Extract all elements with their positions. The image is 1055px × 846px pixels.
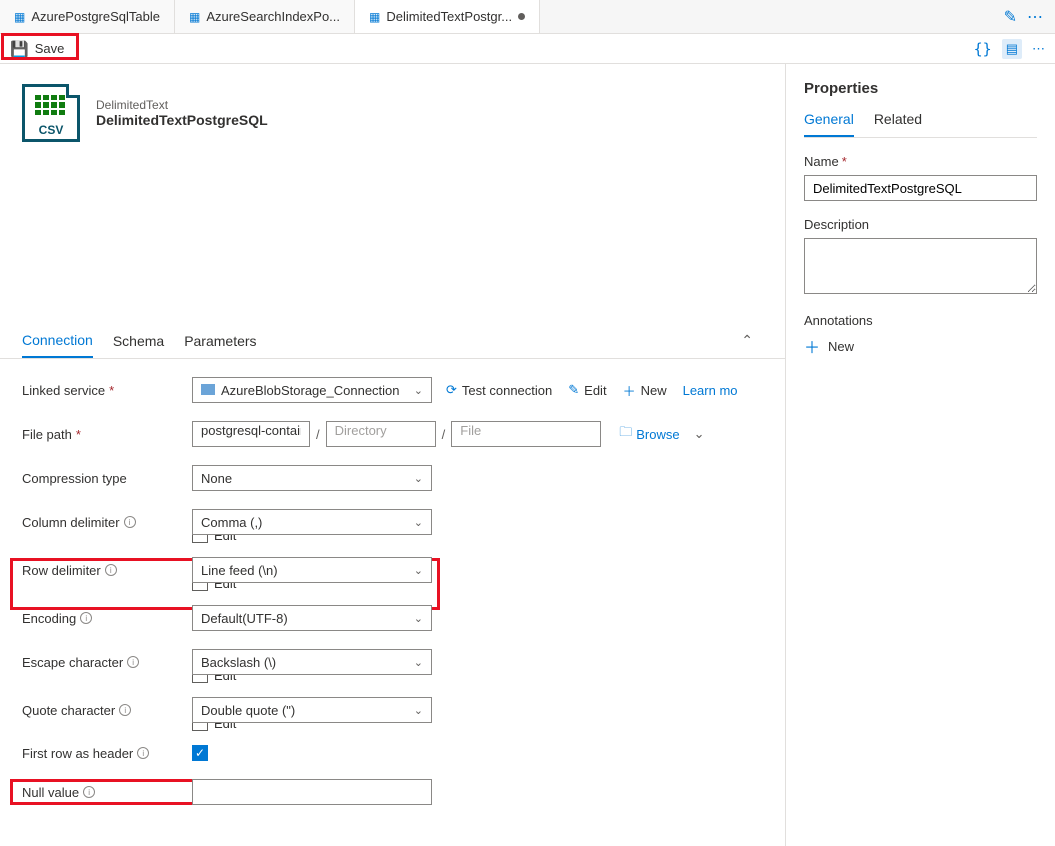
linked-service-select[interactable]: AzureBlobStorage_Connection ⌄ — [192, 377, 432, 403]
save-label: Save — [35, 41, 65, 56]
chevron-down-icon: ⌄ — [414, 612, 423, 625]
save-icon: 💾 — [10, 40, 29, 58]
info-icon[interactable]: i — [127, 656, 139, 668]
toolbar: 💾 Save {} ▤ ⋯ — [0, 34, 1055, 64]
tab-azure-postgres[interactable]: ▦ AzurePostgreSqlTable — [0, 0, 175, 33]
top-right-tools: ✎ ⋯ — [992, 0, 1055, 33]
file-path-label: File path* — [22, 427, 192, 442]
dataset-icon: ▦ — [369, 10, 380, 24]
info-icon[interactable]: i — [137, 747, 149, 759]
toolbar-right: {} ▤ ⋯ — [964, 34, 1055, 63]
description-label: Description — [804, 217, 1037, 232]
inner-tab-bar: Connection Schema Parameters ⌃ — [0, 322, 785, 359]
edit-linked-service-button[interactable]: ✎Edit — [568, 382, 606, 398]
connection-form: Linked service* AzureBlobStorage_Connect… — [0, 359, 785, 829]
more-icon[interactable]: ⋯ — [1032, 41, 1045, 57]
row-delimiter-select[interactable]: Line feed (\n)⌄ — [192, 557, 432, 583]
properties-tab-related[interactable]: Related — [874, 111, 922, 137]
tab-schema[interactable]: Schema — [113, 323, 164, 357]
collapse-icon[interactable]: ⌃ — [741, 332, 763, 349]
add-annotation-button[interactable]: ＋ New — [804, 334, 1037, 358]
file-path-directory-input[interactable] — [326, 421, 436, 447]
file-path-container-input[interactable] — [192, 421, 310, 447]
test-connection-button[interactable]: ⟳Test connection — [446, 382, 552, 398]
encoding-select[interactable]: Default(UTF-8)⌄ — [192, 605, 432, 631]
dirty-indicator-icon — [518, 13, 525, 20]
column-delimiter-label: Column delimiteri — [22, 515, 192, 530]
linked-service-label: Linked service* — [22, 383, 192, 398]
main-column: CSV DelimitedText DelimitedTextPostgreSQ… — [0, 64, 785, 846]
name-label: Name* — [804, 154, 1037, 169]
chevron-down-icon: ⌄ — [414, 472, 423, 485]
properties-toggle-icon[interactable]: ▤ — [1002, 39, 1022, 59]
properties-title: Properties — [804, 80, 1037, 97]
compression-select[interactable]: None⌄ — [192, 465, 432, 491]
info-icon[interactable]: i — [119, 704, 131, 716]
first-row-header-label: First row as headeri — [22, 746, 192, 761]
dataset-type: DelimitedText — [96, 98, 268, 112]
column-delimiter-select[interactable]: Comma (,)⌄ — [192, 509, 432, 535]
info-icon[interactable]: i — [105, 564, 117, 576]
save-button[interactable]: 💾 Save — [0, 36, 74, 62]
more-icon[interactable]: ⋯ — [1027, 7, 1043, 27]
tab-connection[interactable]: Connection — [22, 322, 93, 358]
annotations-label: Annotations — [804, 313, 1037, 328]
learn-more-link[interactable]: Learn mo — [683, 383, 738, 398]
encoding-label: Encodingi — [22, 611, 192, 626]
escape-character-label: Escape characteri — [22, 655, 192, 670]
file-path-file-input[interactable] — [451, 421, 601, 447]
dataset-icon: ▦ — [189, 10, 200, 24]
chevron-down-icon: ⌄ — [414, 564, 423, 577]
info-icon[interactable]: i — [124, 516, 136, 528]
tab-parameters[interactable]: Parameters — [184, 323, 256, 357]
info-icon[interactable]: i — [83, 786, 95, 798]
null-value-label: Null valuei — [22, 785, 192, 800]
properties-tab-general[interactable]: General — [804, 111, 854, 137]
tab-delimited-text[interactable]: ▦ DelimitedTextPostgr... — [355, 0, 540, 33]
chevron-down-icon[interactable]: ⌄ — [694, 426, 705, 442]
tab-label: DelimitedTextPostgr... — [386, 9, 512, 24]
browse-button[interactable]: Browse — [636, 427, 679, 442]
description-textarea[interactable] — [804, 238, 1037, 294]
storage-icon — [201, 384, 215, 395]
info-icon[interactable]: i — [80, 612, 92, 624]
plus-icon: ＋ — [804, 334, 820, 358]
chevron-down-icon: ⌄ — [414, 704, 423, 717]
edit-icon[interactable]: ✎ — [1004, 7, 1017, 27]
tab-label: AzurePostgreSqlTable — [31, 9, 160, 24]
dataset-icon: ▦ — [14, 10, 25, 24]
dataset-name: DelimitedTextPostgreSQL — [96, 112, 268, 128]
row-delimiter-label: Row delimiteri — [22, 563, 192, 578]
escape-character-select[interactable]: Backslash (\)⌄ — [192, 649, 432, 675]
quote-character-select[interactable]: Double quote (")⌄ — [192, 697, 432, 723]
tab-azure-search[interactable]: ▦ AzureSearchIndexPo... — [175, 0, 355, 33]
compression-label: Compression type — [22, 471, 192, 486]
first-row-header-checkbox[interactable]: ✓ — [192, 745, 208, 761]
null-value-input[interactable] — [192, 779, 432, 805]
folder-icon: 🗀 — [619, 423, 632, 445]
top-tab-bar: ▦ AzurePostgreSqlTable ▦ AzureSearchInde… — [0, 0, 1055, 34]
chevron-down-icon: ⌄ — [414, 384, 423, 397]
tab-label: AzureSearchIndexPo... — [206, 9, 340, 24]
name-input[interactable] — [804, 175, 1037, 201]
code-icon[interactable]: {} — [974, 40, 992, 58]
properties-panel: Properties General Related Name* Descrip… — [785, 64, 1055, 846]
chevron-down-icon: ⌄ — [414, 516, 423, 529]
dataset-header: CSV DelimitedText DelimitedTextPostgreSQ… — [0, 64, 785, 152]
chevron-down-icon: ⌄ — [414, 656, 423, 669]
quote-character-label: Quote characteri — [22, 703, 192, 718]
new-linked-service-button[interactable]: ＋New — [623, 381, 667, 400]
csv-file-icon: CSV — [22, 84, 80, 142]
